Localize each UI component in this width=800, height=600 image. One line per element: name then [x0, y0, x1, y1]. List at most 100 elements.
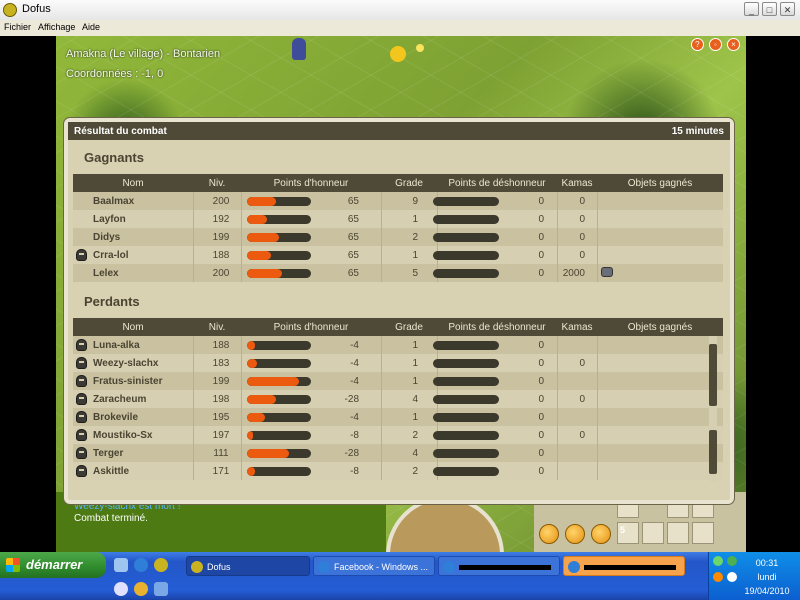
dialog-title: Résultat du combat — [74, 126, 167, 137]
spell-slot[interactable] — [539, 524, 559, 544]
table-row[interactable]: Layfon 192 65 1 0 0 — [73, 210, 723, 228]
item-slot[interactable] — [692, 522, 714, 544]
table-header: Nom Niv. Points d'honneur Grade Points de dé… — [73, 174, 723, 192]
help-icon[interactable]: ? — [690, 38, 704, 51]
item-slot[interactable]: 5 — [617, 522, 639, 544]
item-slot[interactable] — [642, 522, 664, 544]
item-won-icon[interactable] — [601, 267, 613, 277]
dishonour-bar — [433, 251, 499, 260]
maximize-button[interactable]: □ — [762, 2, 777, 16]
map-name: Amakna (Le village) - Bontarien — [66, 48, 221, 60]
system-tray: 00:31 lundi 19/04/2010 — [708, 552, 800, 600]
player-name[interactable]: Didys — [93, 232, 120, 243]
spell-slot[interactable] — [591, 524, 611, 544]
window-titlebar[interactable]: Dofus _ □ ✕ — [0, 0, 800, 21]
scrollbar-thumb[interactable] — [709, 344, 717, 406]
column-header[interactable]: Objets gagnés — [597, 322, 723, 333]
table-row[interactable]: Askittle 171 -8 2 0 — [73, 462, 723, 480]
column-divider — [597, 228, 598, 246]
column-header[interactable]: Niv. — [193, 178, 241, 189]
task-dofus[interactable]: Dofus — [186, 556, 310, 576]
column-header[interactable]: Nom — [73, 178, 193, 189]
honour-bar-fill — [247, 467, 255, 476]
honour-points: 65 — [347, 250, 359, 261]
table-row[interactable]: Crra-lol 188 65 1 0 0 — [73, 246, 723, 264]
spell-slot[interactable] — [565, 524, 585, 544]
task-facebook[interactable]: Facebook - Windows ... — [313, 556, 435, 576]
menu-fichier[interactable]: Fichier — [4, 22, 31, 32]
close-button[interactable]: ✕ — [780, 2, 795, 16]
close-icon[interactable]: × — [727, 38, 740, 51]
player-name[interactable]: Lelex — [93, 268, 119, 279]
honour-points: -4 — [350, 340, 359, 351]
dishonour-bar — [433, 431, 499, 440]
column-header[interactable]: Kamas — [557, 178, 597, 189]
player-name[interactable]: Terger — [93, 448, 123, 459]
item-slot[interactable] — [667, 522, 689, 544]
table-row[interactable]: Lelex 200 65 5 0 2000 — [73, 264, 723, 282]
column-divider — [193, 210, 194, 228]
media-icon[interactable] — [114, 582, 128, 596]
options-icon[interactable]: ◦ — [708, 38, 722, 51]
table-row[interactable]: Brokevile 195 -4 1 0 — [73, 408, 723, 426]
player-name[interactable]: Crra-lol — [93, 250, 129, 261]
npc-sprite[interactable] — [390, 46, 406, 62]
player-level: 188 — [212, 250, 230, 261]
column-header[interactable]: Kamas — [557, 322, 597, 333]
player-name[interactable]: Luna-alka — [93, 340, 140, 351]
column-header[interactable]: Grade — [381, 322, 437, 333]
player-name[interactable]: Zaracheum — [93, 394, 146, 405]
menu-affichage[interactable]: Affichage — [38, 22, 75, 32]
character-sprite[interactable] — [292, 38, 306, 60]
player-name[interactable]: Askittle — [93, 466, 129, 477]
player-name[interactable]: Fratus-sinister — [93, 376, 162, 387]
table-row[interactable]: Fratus-sinister 199 -4 1 0 — [73, 372, 723, 390]
start-button[interactable]: démarrer — [0, 552, 106, 578]
skull-icon — [76, 357, 87, 369]
minimize-button[interactable]: _ — [744, 2, 759, 16]
player-name[interactable]: Moustiko-Sx — [93, 430, 152, 441]
folder-icon[interactable] — [154, 582, 168, 596]
table-row[interactable]: Didys 199 65 2 0 0 — [73, 228, 723, 246]
dofus-quicklaunch-icon[interactable] — [154, 558, 168, 572]
player-name[interactable]: Weezy-slachx — [93, 358, 158, 369]
skull-icon — [76, 375, 87, 387]
table-row[interactable]: Baalmax 200 65 9 0 0 — [73, 192, 723, 210]
table-row[interactable]: Zaracheum 198 -28 4 0 0 — [73, 390, 723, 408]
table-row[interactable]: Luna-alka 188 -4 1 0 — [73, 336, 723, 354]
winners-table: Nom Niv. Points d'honneur Grade Points de dé… — [73, 174, 723, 282]
player-name[interactable]: Brokevile — [93, 412, 138, 423]
kamas-won: 0 — [579, 358, 585, 369]
clock-time[interactable]: 00:31 — [721, 558, 800, 568]
losers-title: Perdants — [84, 294, 140, 309]
task-browser-window[interactable] — [438, 556, 560, 576]
column-header[interactable]: Niv. — [193, 322, 241, 333]
creature-sprite[interactable] — [416, 44, 424, 52]
column-header[interactable]: Points de déshonneur — [437, 178, 557, 189]
player-grade: 1 — [412, 412, 418, 423]
column-header[interactable]: Points d'honneur — [241, 322, 381, 333]
table-row[interactable]: Weezy-slachx 183 -4 1 0 0 — [73, 354, 723, 372]
menu-aide[interactable]: Aide — [82, 22, 100, 32]
column-header[interactable]: Grade — [381, 178, 437, 189]
chrome-icon[interactable] — [134, 582, 148, 596]
honour-bar — [247, 395, 311, 404]
player-grade: 1 — [412, 250, 418, 261]
column-header[interactable]: Points d'honneur — [241, 178, 381, 189]
table-row[interactable]: Terger 111 -28 4 0 — [73, 444, 723, 462]
scrollbar-track-segment[interactable] — [709, 430, 717, 474]
table-row[interactable]: Moustiko-Sx 197 -8 2 0 0 — [73, 426, 723, 444]
player-name[interactable]: Baalmax — [93, 196, 134, 207]
player-grade: 9 — [412, 196, 418, 207]
losers-scrollbar[interactable] — [709, 336, 717, 482]
column-header[interactable]: Nom — [73, 322, 193, 333]
desktop-icon[interactable] — [114, 558, 128, 572]
dishonour-points: 0 — [538, 232, 544, 243]
column-header[interactable]: Points de déshonneur — [437, 322, 557, 333]
column-divider — [381, 354, 382, 372]
kamas-won: 0 — [579, 214, 585, 225]
player-name[interactable]: Layfon — [93, 214, 126, 225]
column-header[interactable]: Objets gagnés — [597, 178, 723, 189]
task-browser-window[interactable] — [563, 556, 685, 576]
ie-icon[interactable] — [134, 558, 148, 572]
